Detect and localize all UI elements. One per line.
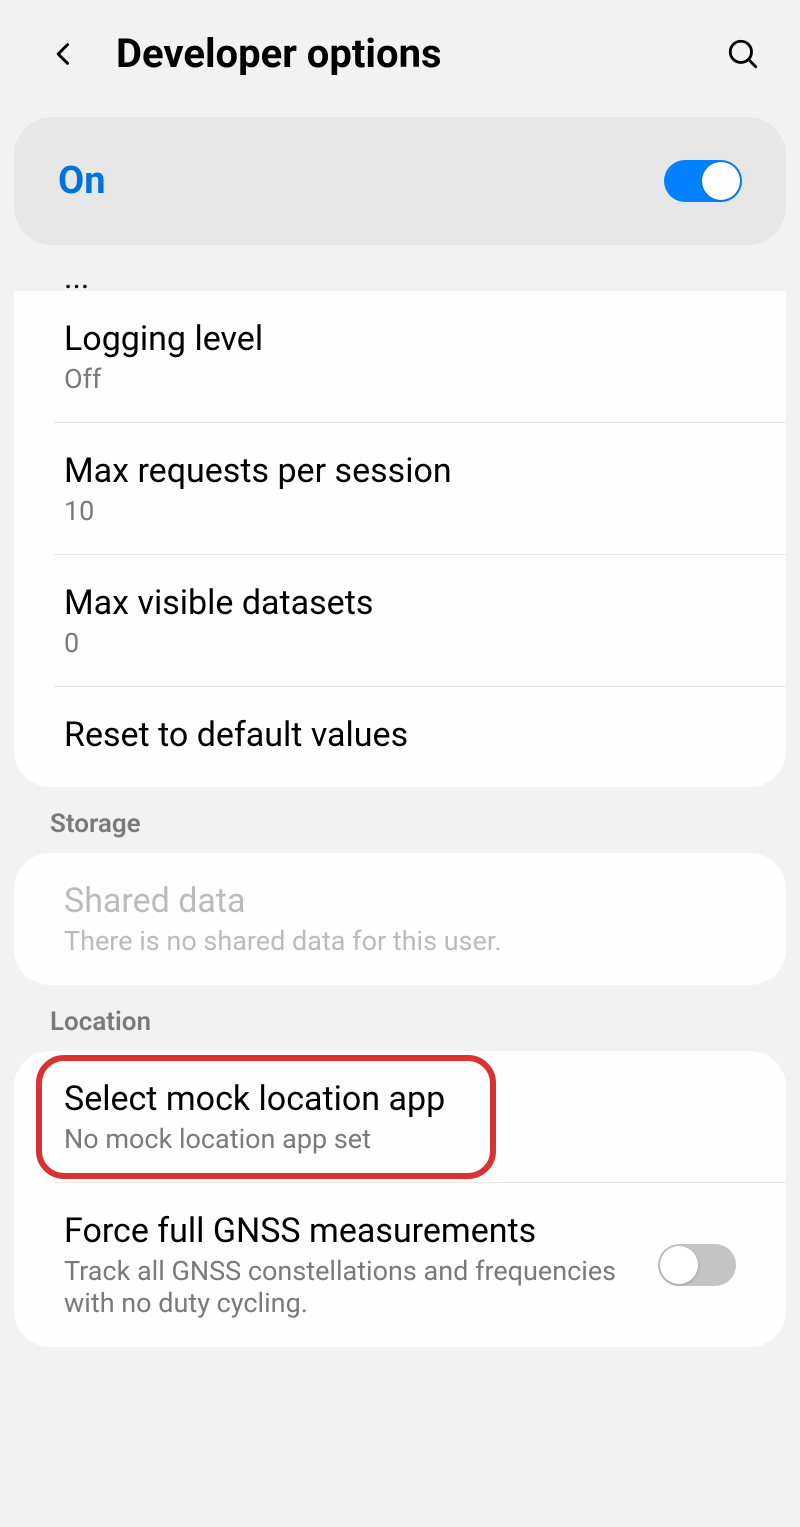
setting-mock-location[interactable]: Select mock location app No mock locatio… — [14, 1051, 786, 1183]
setting-title: Logging level — [64, 319, 736, 359]
setting-title: Reset to default values — [64, 715, 736, 755]
back-icon[interactable] — [50, 40, 78, 68]
section-header-storage: Storage — [0, 787, 800, 853]
setting-subtitle: No mock location app set — [64, 1123, 736, 1155]
setting-subtitle: There is no shared data for this user. — [64, 925, 736, 957]
settings-card-storage: Shared data There is no shared data for … — [14, 853, 786, 985]
setting-logging-level[interactable]: Logging level Off — [14, 291, 786, 423]
settings-card-first: ... Logging level Off Max requests per s… — [14, 291, 786, 787]
setting-title: Force full GNSS measurements — [64, 1211, 638, 1251]
setting-title: Select mock location app — [64, 1079, 736, 1119]
master-toggle-switch[interactable] — [664, 160, 742, 202]
setting-title: Shared data — [64, 881, 736, 921]
setting-subtitle: 10 — [64, 495, 736, 527]
setting-title: Max requests per session — [64, 451, 736, 491]
page-title: Developer options — [116, 30, 726, 77]
search-icon[interactable] — [726, 37, 760, 71]
setting-subtitle: Off — [64, 363, 736, 395]
setting-max-requests[interactable]: Max requests per session 10 — [14, 423, 786, 555]
setting-subtitle: 0 — [64, 627, 736, 659]
master-toggle-row[interactable]: On — [14, 117, 786, 245]
setting-reset-defaults[interactable]: Reset to default values — [14, 687, 786, 787]
toggle-knob — [660, 1246, 698, 1284]
master-toggle-label: On — [58, 159, 106, 203]
setting-title: Max visible datasets — [64, 583, 736, 623]
settings-card-location: Select mock location app No mock locatio… — [14, 1051, 786, 1347]
setting-max-datasets[interactable]: Max visible datasets 0 — [14, 555, 786, 687]
setting-subtitle: Track all GNSS constellations and freque… — [64, 1255, 638, 1319]
setting-force-gnss[interactable]: Force full GNSS measurements Track all G… — [14, 1183, 786, 1347]
toggle-knob — [702, 162, 740, 200]
section-header-location: Location — [0, 985, 800, 1051]
setting-shared-data: Shared data There is no shared data for … — [14, 853, 786, 985]
gnss-toggle-switch[interactable] — [658, 1244, 736, 1286]
header: Developer options — [0, 0, 800, 107]
